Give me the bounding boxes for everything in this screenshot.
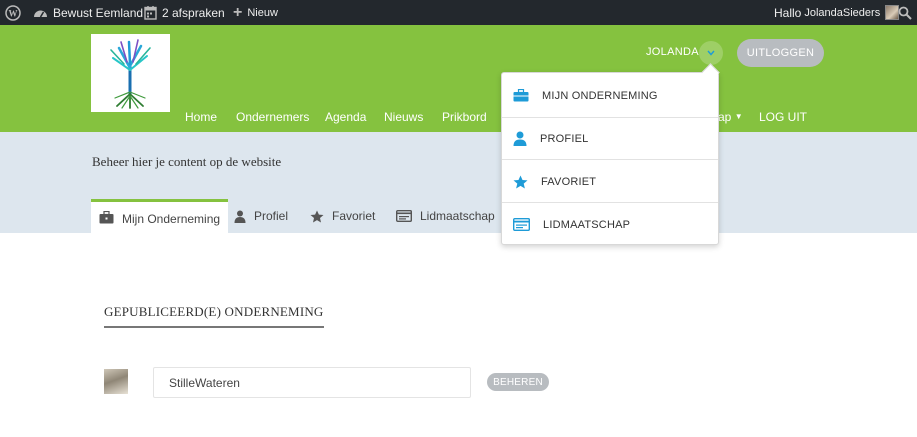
nav-partial-label: ap [718,110,732,124]
user-icon [234,210,246,223]
nav-lidmaatschap-partial[interactable]: ap ▼ [718,110,743,126]
search-icon[interactable] [898,0,912,25]
user-dropdown-menu: MIJN ONDERNEMING PROFIEL FAVORIET LIDMAA… [501,72,719,245]
business-thumbnail [104,369,128,394]
appointments-count: 2 afspraken [162,5,225,20]
menu-item-favoriet[interactable]: FAVORIET [502,160,718,203]
admin-username: JolandaSieders [804,6,881,19]
tab-favoriet[interactable]: Favoriet [310,199,375,233]
svg-text:W: W [9,8,18,18]
nav-home[interactable]: Home [185,110,217,126]
tab-label: Favoriet [332,209,376,223]
wordpress-logo-icon[interactable]: W [5,0,21,25]
greeting: Hallo [774,5,802,20]
site-header: Home Ondernemers Agenda Nieuws Prikbord … [0,25,917,132]
nav-nieuws[interactable]: Nieuws [384,110,423,126]
calendar-icon [144,6,157,20]
dashboard-icon [34,10,47,17]
tab-label: Profiel [254,209,289,223]
tab-mijn-onderneming[interactable]: Mijn Onderneming [91,199,229,233]
briefcase-icon [99,211,114,224]
menu-item-mijn-onderneming[interactable]: MIJN ONDERNEMING [502,74,718,117]
user-menu-toggle[interactable] [699,41,723,65]
admin-bar-new[interactable]: + Nieuw [233,0,278,25]
business-name: StilleWateren [169,375,240,390]
tab-profiel[interactable]: Profiel [234,199,288,233]
admin-bar-site[interactable]: Bewust Eemland [33,0,143,25]
caret-down-icon: ▼ [734,112,743,121]
new-label: Nieuw [247,6,278,19]
beheren-button[interactable]: BEHEREN [487,373,549,391]
membership-card-icon [396,210,412,222]
briefcase-icon [513,89,529,102]
menu-item-profiel[interactable]: PROFIEL [502,117,718,160]
menu-item-label: LIDMAATSCHAP [543,218,631,231]
menu-item-label: FAVORIET [541,175,597,188]
tab-label: Mijn Onderneming [122,212,221,226]
admin-bar: W Bewust Eemland 2 afspraken + Nieuw Hal… [0,0,917,25]
menu-item-lidmaatschap[interactable]: LIDMAATSCHAP [502,203,718,246]
plus-icon: + [233,3,243,21]
nav-log-uit[interactable]: LOG UIT [759,110,807,126]
tree-logo-icon [110,39,151,109]
dashboard-band: Beheer hier je content op de website Mij… [0,132,917,233]
tab-label: Lidmaatschap [420,209,495,223]
logout-button[interactable]: UITLOGGEN [737,39,824,67]
nav-prikbord[interactable]: Prikbord [442,110,487,126]
membership-card-icon [513,218,530,231]
business-name-field[interactable]: StilleWateren [153,367,471,398]
admin-bar-account[interactable]: Hallo JolandaSieders [774,0,900,25]
star-icon [310,210,324,222]
nav-agenda[interactable]: Agenda [325,110,366,126]
menu-item-label: MIJN ONDERNEMING [542,89,658,102]
section-title: GEPUBLICEERD(E) ONDERNEMING [104,304,324,328]
site-name: Bewust Eemland [53,5,144,20]
admin-bar-appointments[interactable]: 2 afspraken [144,0,225,25]
site-logo[interactable] [91,34,170,112]
star-icon [513,175,528,188]
user-icon [513,131,527,146]
intro-text: Beheer hier je content op de website [92,154,282,169]
chevron-down-icon [707,50,715,56]
user-display-name[interactable]: JOLANDA [646,46,699,58]
nav-ondernemers[interactable]: Ondernemers [236,110,309,126]
menu-item-label: PROFIEL [540,132,589,145]
tab-lidmaatschap[interactable]: Lidmaatschap [396,199,495,233]
